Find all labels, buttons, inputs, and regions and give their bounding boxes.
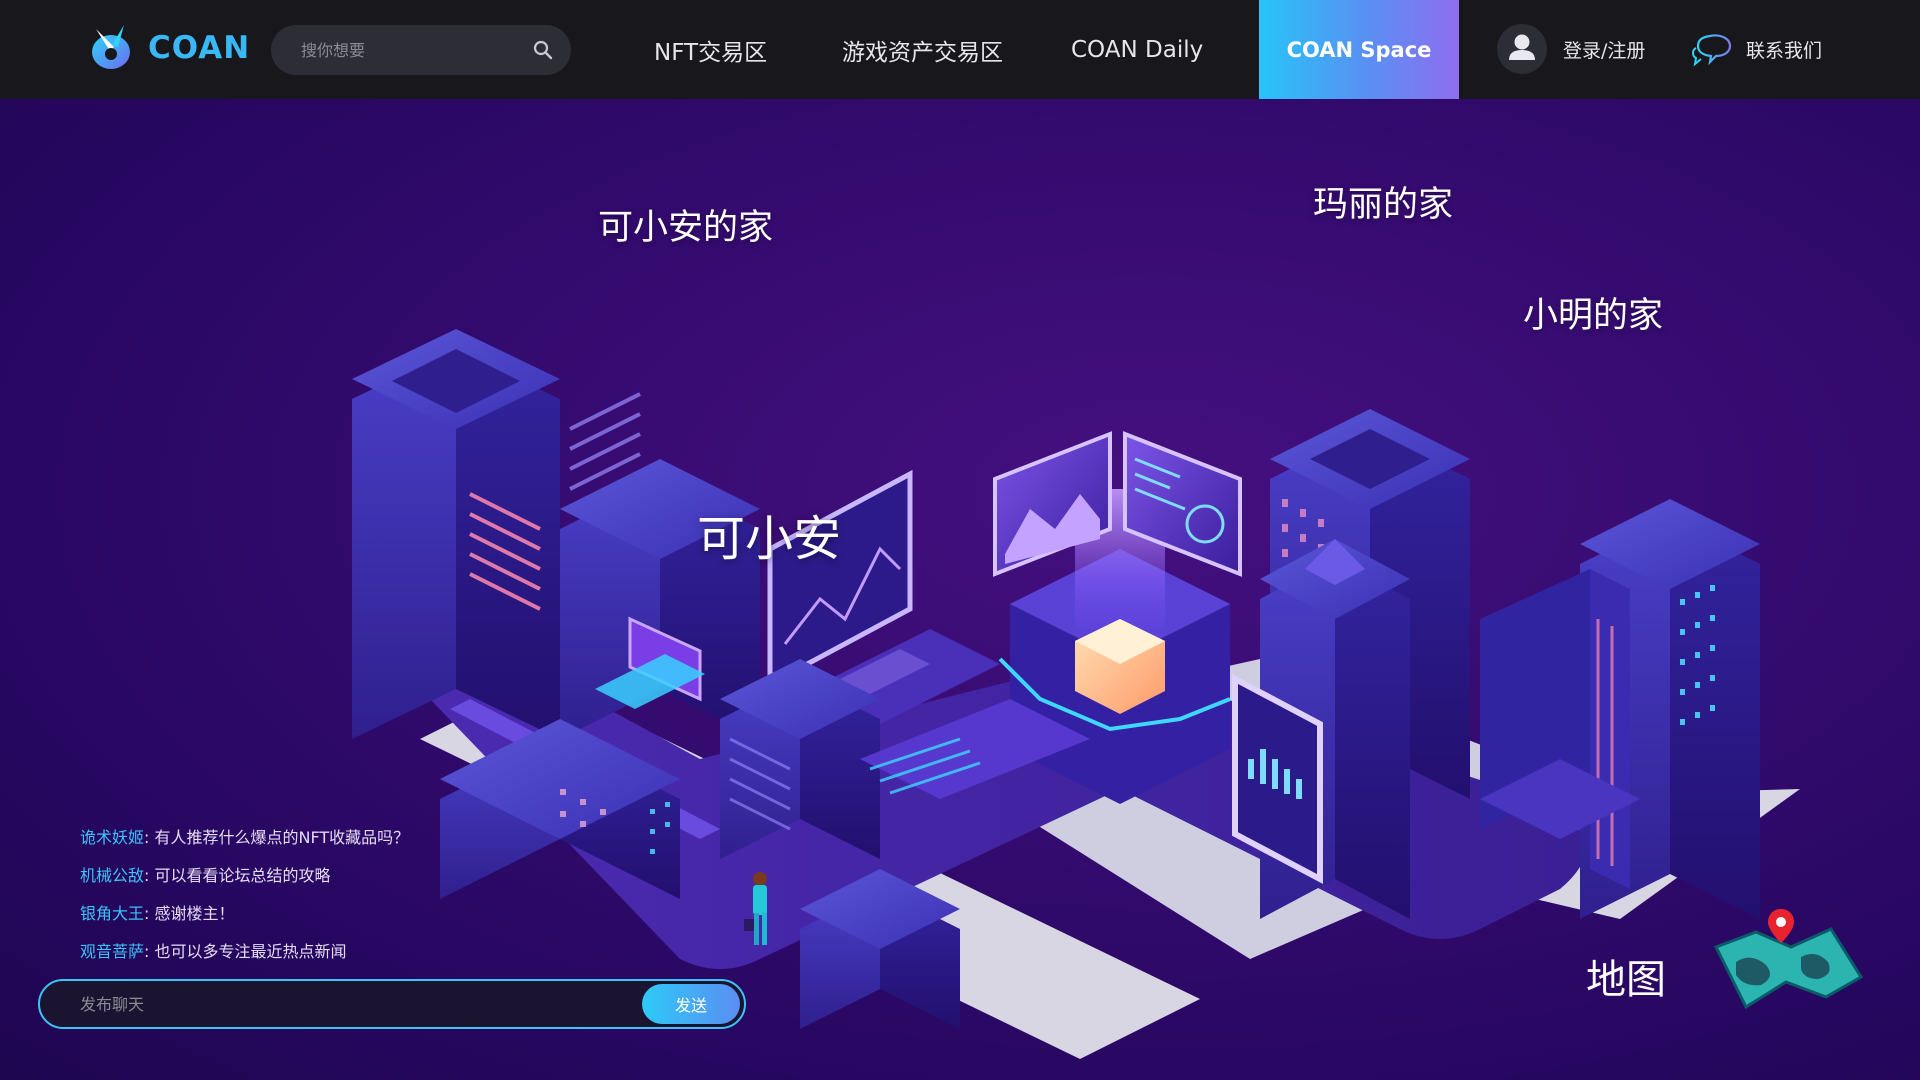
home-label-xiaoming[interactable]: 小明的家	[1523, 287, 1663, 338]
chat-composer: 发送	[38, 979, 746, 1029]
chat-username[interactable]: 机械公敌	[80, 866, 144, 885]
send-button[interactable]: 发送	[642, 984, 740, 1024]
chat-message-list: 诡术妖姬: 有人推荐什么爆点的NFT收藏品吗？ 机械公敌: 可以看看论坛总结的攻…	[80, 819, 640, 971]
chat-message: 机械公敌: 可以看看论坛总结的攻略	[80, 866, 331, 885]
nav-coan-space[interactable]: COAN Space	[1259, 0, 1459, 99]
chat-bubble-icon[interactable]	[1690, 28, 1734, 68]
coan-logo-icon	[92, 25, 130, 69]
search-icon[interactable]	[531, 38, 555, 62]
avatar-name-label: 可小安	[697, 511, 842, 567]
nav-game-assets[interactable]: 游戏资产交易区	[842, 0, 1003, 99]
user-icon	[1509, 34, 1535, 60]
chat-text: 有人推荐什么爆点的NFT收藏品吗？	[154, 828, 410, 847]
home-label-mali[interactable]: 玛丽的家	[1313, 176, 1453, 227]
logo[interactable]: COAN	[84, 20, 250, 76]
chat-username[interactable]: 诡术妖姬	[80, 828, 144, 847]
top-navbar: COAN NFT交易区 游戏资产交易区 COAN Daily COAN Spac…	[0, 0, 1920, 99]
user-avatar[interactable]	[1497, 24, 1547, 74]
chat-text: 也可以多专注最近热点新闻	[154, 942, 347, 961]
nav-nft-trading[interactable]: NFT交易区	[654, 0, 767, 99]
search-bar	[271, 25, 571, 75]
chat-text: 可以看看论坛总结的攻略	[154, 866, 331, 885]
chat-message: 诡术妖姬: 有人推荐什么爆点的NFT收藏品吗？	[80, 828, 410, 847]
login-register-link[interactable]: 登录/注册	[1563, 36, 1645, 63]
nav-coan-daily[interactable]: COAN Daily	[1071, 0, 1203, 99]
chat-username[interactable]: 银角大王	[80, 904, 144, 923]
chat-username[interactable]: 观音菩萨	[80, 942, 144, 961]
contact-us-link[interactable]: 联系我们	[1746, 36, 1822, 63]
map-icon[interactable]	[1706, 907, 1866, 1017]
search-input[interactable]	[301, 25, 521, 75]
chat-message: 观音菩萨: 也可以多专注最近热点新闻	[80, 942, 347, 961]
chat-message: 银角大王: 感谢楼主！	[80, 904, 235, 923]
map-label[interactable]: 地图	[1586, 947, 1666, 1005]
home-label-kexiaoan[interactable]: 可小安的家	[598, 199, 773, 250]
chat-text: 感谢楼主！	[154, 904, 235, 923]
coan-space-scene: 可小安的家 玛丽的家 小明的家 可小安 诡术妖姬: 有人推荐什么爆点的NFT收藏…	[0, 99, 1920, 1080]
chat-input[interactable]	[80, 981, 640, 1027]
brand-name: COAN	[148, 30, 251, 66]
